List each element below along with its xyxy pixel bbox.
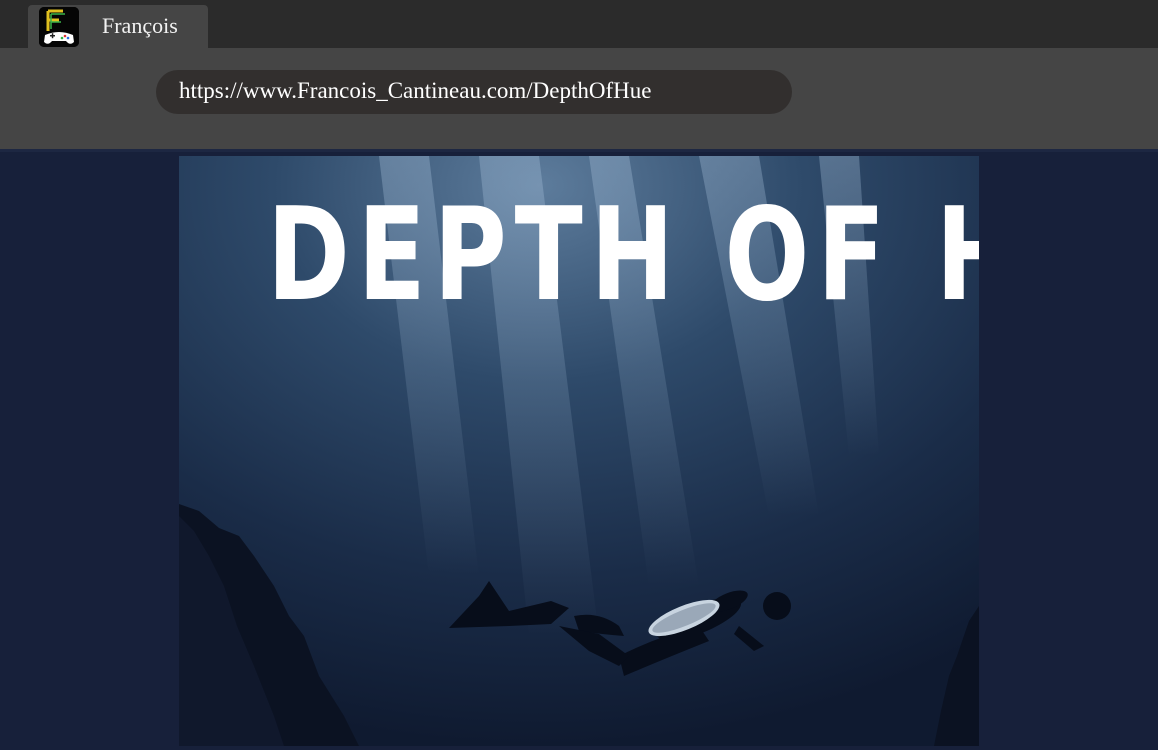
address-bar[interactable]: https://www.Francois_Cantineau.com/Depth… — [156, 70, 792, 114]
browser-tab-strip: François — [0, 0, 1158, 48]
hero-title: DEPTH OF HUE — [267, 181, 979, 330]
page-content: DEPTH OF HUE — [0, 149, 1158, 750]
browser-toolbar: https://www.Francois_Cantineau.com/Depth… — [0, 48, 1158, 149]
tab-title: François — [102, 13, 178, 38]
hero-image: DEPTH OF HUE — [179, 156, 979, 746]
game-controller-f-icon — [39, 7, 79, 47]
browser-tab[interactable]: François — [28, 5, 208, 48]
address-bar-url[interactable]: https://www.Francois_Cantineau.com/Depth… — [179, 78, 651, 104]
